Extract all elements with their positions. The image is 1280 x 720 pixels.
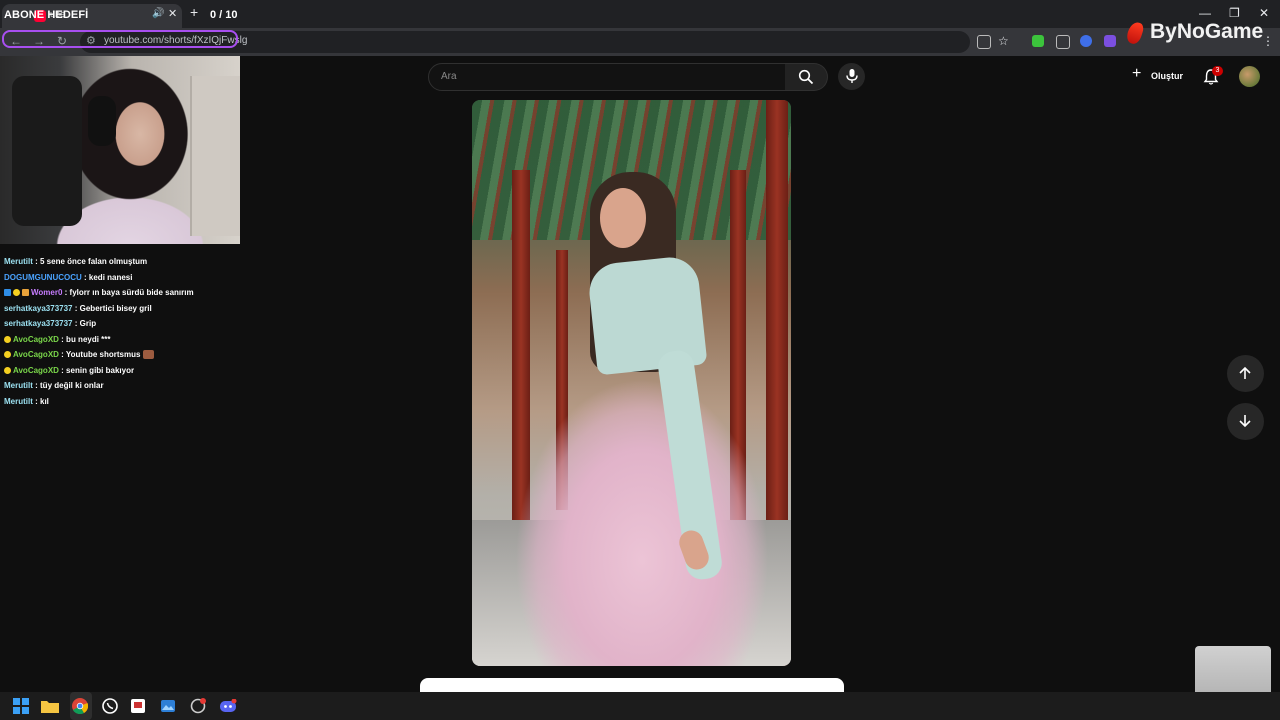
chat-message: serhatkaya373737 : Gebertici bisey gril (4, 303, 152, 313)
hanbok-skirt (512, 340, 782, 666)
create-label: Oluştur (1151, 71, 1184, 81)
search-icon (798, 69, 814, 85)
photos-icon[interactable] (158, 696, 178, 716)
extension-grid-icon[interactable] (1056, 35, 1070, 49)
avatar[interactable] (1239, 66, 1260, 87)
moon-badge-icon (4, 335, 11, 343)
windows-start-icon[interactable] (11, 696, 31, 716)
extension-blue-icon[interactable] (1080, 35, 1092, 47)
bynogame-logo-text: ByNoGame (1150, 20, 1264, 43)
whatsapp-icon[interactable] (100, 696, 120, 716)
chat-message: DOGUMGUNUCOCU : kedi nanesi (4, 272, 133, 282)
chat-message: Merutilt : 5 sene önce falan olmuştum (4, 257, 148, 266)
new-tab-button[interactable]: + (190, 5, 198, 19)
next-short-panel[interactable] (420, 678, 844, 692)
microphone-icon (846, 69, 858, 83)
close-tab-icon[interactable]: ✕ (168, 7, 177, 20)
chat-message: Womer0 : fylorr ın baya sürdü bide sanır… (4, 285, 240, 301)
chat-message: serhatkaya373737 : Grip (4, 319, 97, 328)
menu-kebab-icon[interactable]: ⋮ (1262, 34, 1274, 48)
chat-message: AvoCagoXD : senin gibi bakıyor (4, 363, 240, 379)
background-cupboard (190, 76, 240, 236)
subscriber-goal-count: 0 / 10 (210, 9, 238, 21)
paint-app-icon[interactable] (128, 696, 148, 716)
minimize-icon[interactable]: — (1199, 6, 1211, 20)
restore-icon[interactable]: ❐ (1229, 6, 1240, 20)
window-close-icon[interactable]: ✕ (1259, 6, 1269, 20)
subscriber-goal-label: ABONE HEDEFİ (4, 9, 89, 21)
discord-icon[interactable] (218, 696, 238, 716)
arrow-down-icon (1239, 415, 1251, 428)
bookmark-star-icon[interactable]: ☆ (998, 34, 1009, 48)
chat-message: Merutilt : kıl (4, 396, 49, 406)
chat-message: Merutilt : tüy değil ki onlar (4, 381, 104, 390)
headphones (88, 96, 116, 146)
prime-badge-icon (4, 289, 11, 297)
search-placeholder: Ara (441, 71, 457, 82)
sub-badge-icon (22, 289, 29, 297)
address-highlight-outline (2, 30, 238, 48)
chrome-icon[interactable] (70, 696, 90, 716)
search-button[interactable] (785, 63, 828, 91)
notification-badge: 3 (1212, 66, 1223, 76)
install-app-icon[interactable] (977, 35, 991, 49)
next-short-button[interactable] (1227, 403, 1264, 440)
plus-icon: + (1132, 65, 1142, 82)
moon-badge-icon (13, 289, 20, 297)
search-input[interactable]: Ara (428, 63, 786, 91)
moon-badge-icon (4, 366, 11, 374)
extension-purple-icon[interactable] (1104, 35, 1116, 47)
previous-short-button[interactable] (1227, 355, 1264, 392)
stream-chat: Merutilt : 5 sene önce falan olmuştum DO… (4, 254, 240, 409)
chat-emote-icon (143, 350, 155, 360)
browser-tab-strip: ube 🔊 ✕ + — ❐ ✕ (0, 0, 1280, 28)
woman-face (600, 188, 646, 248)
create-button[interactable]: + Oluştur (1128, 65, 1188, 86)
webcam-overlay (0, 56, 240, 244)
windows-taskbar (0, 692, 1280, 720)
chat-message: AvoCagoXD : Youtube shortsmus (4, 347, 240, 363)
voice-search-button[interactable] (838, 63, 865, 90)
shorts-video-player[interactable] (472, 100, 791, 666)
speaker-icon[interactable]: 🔊 (152, 8, 164, 19)
moon-badge-icon (4, 351, 11, 359)
gaming-chair (12, 76, 82, 226)
chat-message: AvoCagoXD : bu neydi *** (4, 332, 240, 348)
streaming-app-icon[interactable] (188, 696, 208, 716)
arrow-up-icon (1239, 366, 1251, 379)
file-explorer-icon[interactable] (40, 696, 60, 716)
extension-green-icon[interactable] (1032, 35, 1044, 47)
